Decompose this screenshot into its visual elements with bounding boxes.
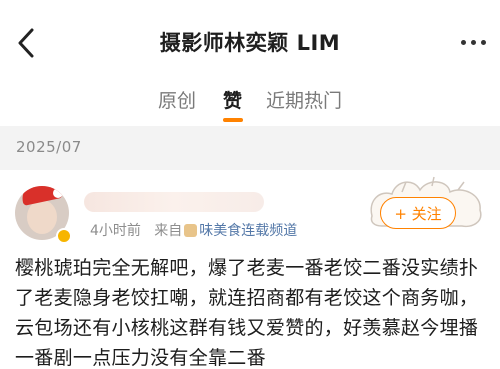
tab-liked[interactable]: 赞 [223,86,242,113]
top-nav: 摄影师林奕颖 LIM [0,0,500,76]
tab-recent-hot[interactable]: 近期热门 [266,86,342,113]
from-label: 来自 [154,223,183,239]
username-blurred[interactable] [84,192,264,212]
page-title: 摄影师林奕颖 LIM [159,31,341,55]
date-group-label: 2025/07 [16,138,82,156]
source-link[interactable]: 味美食连载频道 [199,223,297,239]
tab-original[interactable]: 原创 [158,86,196,113]
more-dots-icon[interactable] [461,40,486,45]
active-tab-indicator [223,118,243,122]
verified-badge-icon [56,228,72,244]
follow-button[interactable]: + 关注 [380,197,456,229]
post-time: 4小时前 [90,223,141,239]
date-group-header: 2025/07 [0,126,500,170]
tab-bar: 原创 赞 近期热门 [0,76,500,126]
source-icon [184,224,198,237]
post-meta: 4小时前 来自 味美食连载频道 [90,220,297,240]
post-body-text: 樱桃琥珀完全无解吧，爆了老麦一番老饺二番没实绩扑了老麦隐身老饺扛嘲，就连招商都有… [15,257,479,369]
